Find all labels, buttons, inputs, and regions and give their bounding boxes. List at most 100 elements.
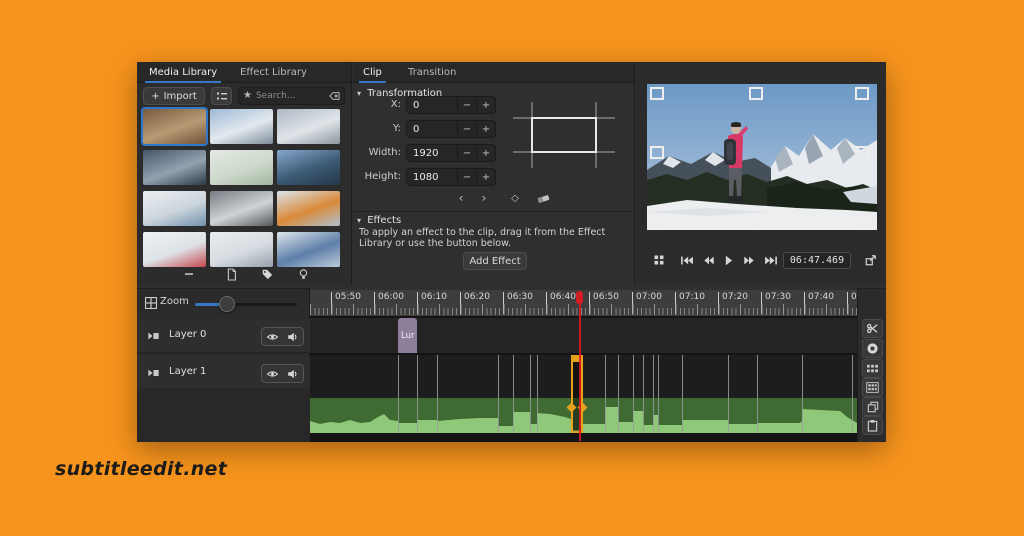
group-button[interactable] bbox=[862, 378, 883, 397]
field-value[interactable]: 1080 bbox=[407, 172, 457, 183]
timeline-ruler[interactable]: 05:50 06:00 06:10 06:20 06:30 06:40 06:50 07:00… bbox=[310, 290, 857, 316]
clip-cut[interactable] bbox=[398, 355, 399, 433]
thumbnail-ski-lesson-group[interactable] bbox=[210, 150, 273, 185]
reset-transform-button[interactable] bbox=[535, 190, 551, 206]
clip-cut[interactable] bbox=[537, 355, 538, 433]
thumbnail-slalom-course[interactable] bbox=[143, 232, 206, 267]
timecode-display[interactable]: 06:47.469 bbox=[783, 252, 851, 269]
thumbnail-ski-lift-dark[interactable] bbox=[143, 150, 206, 185]
field-value[interactable]: 0 bbox=[407, 124, 457, 135]
layer-1-header[interactable]: Layer 1 bbox=[137, 356, 310, 390]
clip-cut[interactable] bbox=[852, 355, 853, 433]
clip-cut[interactable] bbox=[802, 355, 803, 433]
clip-cut[interactable] bbox=[757, 355, 758, 433]
thumbnail-snow-hikers[interactable] bbox=[210, 232, 273, 267]
add-effect-button[interactable]: Add Effect bbox=[463, 252, 527, 270]
layer-menu-icon[interactable] bbox=[147, 330, 160, 342]
clip-cut[interactable] bbox=[605, 355, 606, 433]
spin-field[interactable]: 1920− + bbox=[406, 144, 496, 162]
title-clip[interactable]: Lur bbox=[398, 318, 417, 353]
clear-search-icon[interactable] bbox=[328, 91, 340, 101]
clip-cut[interactable] bbox=[728, 355, 729, 433]
decrement-button[interactable]: − bbox=[457, 169, 476, 185]
layer-1-mute-toggle[interactable] bbox=[282, 364, 304, 383]
thumbnail-ski-group-blue[interactable] bbox=[277, 232, 340, 267]
frame-back-button[interactable] bbox=[700, 252, 718, 268]
next-keyframe-button[interactable]: › bbox=[476, 190, 492, 206]
field-value[interactable]: 0 bbox=[407, 100, 457, 111]
clip-cut[interactable] bbox=[633, 355, 634, 433]
layer-1-track[interactable] bbox=[310, 355, 857, 433]
clip-cut[interactable] bbox=[513, 355, 514, 433]
thumbnail-lake-vista[interactable] bbox=[277, 150, 340, 185]
clip-cut[interactable] bbox=[437, 355, 438, 433]
layer-0-header[interactable]: Layer 0 bbox=[137, 319, 310, 353]
layer-0-mute-toggle[interactable] bbox=[282, 327, 304, 346]
clip-cut[interactable] bbox=[530, 355, 531, 433]
layer-menu-icon[interactable] bbox=[147, 367, 160, 379]
decrement-button[interactable]: − bbox=[457, 121, 476, 137]
delete-clip-button[interactable] bbox=[862, 339, 883, 358]
prev-keyframe-button[interactable]: ‹ bbox=[453, 190, 469, 206]
increment-button[interactable]: + bbox=[476, 145, 495, 161]
thumbnail-mountain-panorama[interactable] bbox=[210, 109, 273, 144]
spin-field[interactable]: 0− + bbox=[406, 96, 496, 114]
zoom-slider[interactable] bbox=[195, 303, 297, 306]
clip-cut[interactable] bbox=[658, 355, 659, 433]
selected-clip[interactable] bbox=[566, 355, 588, 433]
layer-1-visibility-toggle[interactable] bbox=[261, 364, 283, 383]
spin-field[interactable]: 0− + bbox=[406, 120, 496, 138]
insert-at-end-button[interactable] bbox=[295, 267, 311, 281]
thumbnail-snowboard-class[interactable] bbox=[143, 191, 206, 226]
video-preview[interactable] bbox=[647, 84, 877, 230]
ungroup-button[interactable] bbox=[862, 359, 883, 378]
list-view-toggle[interactable] bbox=[211, 87, 232, 105]
clip-cut[interactable] bbox=[417, 355, 418, 433]
undock-grid-button[interactable] bbox=[650, 252, 668, 268]
tab-clip[interactable]: Clip bbox=[359, 62, 386, 83]
spin-field[interactable]: 1080− + bbox=[406, 168, 496, 186]
import-button[interactable]: + Import bbox=[143, 87, 205, 105]
field-value[interactable]: 1920 bbox=[407, 148, 457, 159]
increment-button[interactable]: + bbox=[476, 97, 495, 113]
add-keyframe-button[interactable]: ◇ bbox=[507, 190, 523, 206]
thumbnail-ice-rink[interactable] bbox=[277, 109, 340, 144]
playhead-handle[interactable] bbox=[576, 291, 583, 304]
layer-0-track[interactable] bbox=[310, 318, 857, 353]
seek-start-button[interactable] bbox=[678, 252, 696, 268]
clip-cut[interactable] bbox=[643, 355, 644, 433]
decrement-button[interactable]: − bbox=[457, 145, 476, 161]
tab-media-library[interactable]: Media Library bbox=[144, 62, 222, 83]
thumbnail-family-indoors[interactable] bbox=[143, 109, 206, 144]
increment-button[interactable]: + bbox=[476, 169, 495, 185]
effects-section-header[interactable]: ▾ Effects bbox=[357, 215, 401, 226]
undock-viewer-button[interactable] bbox=[862, 252, 880, 268]
tag-button[interactable] bbox=[259, 267, 275, 281]
increment-button[interactable]: + bbox=[476, 121, 495, 137]
timeline-tracks[interactable]: Lur bbox=[310, 316, 857, 442]
tab-effect-library[interactable]: Effect Library bbox=[240, 62, 307, 83]
clip-video-band[interactable] bbox=[310, 355, 857, 398]
search-input[interactable]: ★ Search... bbox=[238, 87, 345, 105]
clip-cut[interactable] bbox=[498, 355, 499, 433]
zoom-slider-handle[interactable] bbox=[219, 296, 235, 312]
clip-cut[interactable] bbox=[618, 355, 619, 433]
frame-forward-button[interactable] bbox=[740, 252, 758, 268]
remove-clip-button[interactable] bbox=[181, 267, 197, 281]
thumbnail-icicles[interactable] bbox=[210, 191, 273, 226]
decrement-button[interactable]: − bbox=[457, 97, 476, 113]
copy-button[interactable] bbox=[862, 397, 883, 416]
transform-preview-graphic[interactable] bbox=[503, 98, 625, 204]
clip-cut[interactable] bbox=[682, 355, 683, 433]
layer-0-visibility-toggle[interactable] bbox=[261, 327, 283, 346]
paste-button[interactable] bbox=[862, 416, 883, 435]
thumbnail-slope-orange-fence[interactable] bbox=[277, 191, 340, 226]
document-icon bbox=[227, 267, 236, 281]
split-clip-button[interactable] bbox=[862, 319, 883, 338]
playhead[interactable] bbox=[579, 291, 581, 441]
clip-properties-button[interactable] bbox=[223, 267, 239, 281]
clip-cut[interactable] bbox=[653, 355, 654, 433]
play-button[interactable] bbox=[720, 252, 738, 268]
tab-transition[interactable]: Transition bbox=[408, 62, 456, 83]
seek-end-button[interactable] bbox=[762, 252, 780, 268]
